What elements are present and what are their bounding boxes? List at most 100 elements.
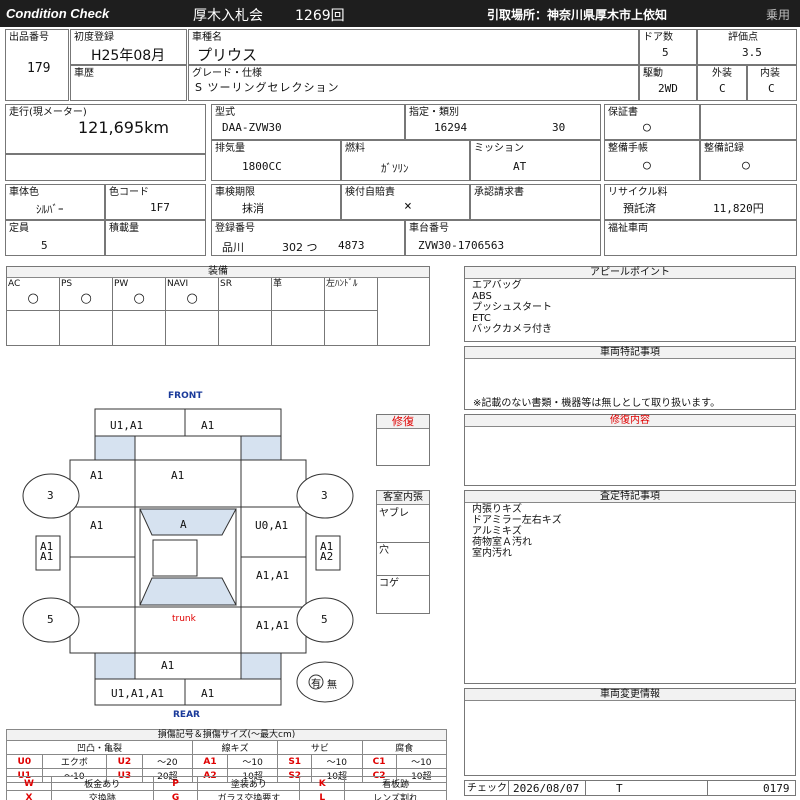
transmission-cell: ミッション AT — [470, 140, 601, 181]
brand-title: Condition Check — [6, 6, 110, 21]
equipment-item-3: NAVI ○ — [166, 278, 219, 311]
repair-side-label: 修復 — [377, 415, 429, 429]
legend-title: 損傷記号＆損傷サイズ(～最大cm) — [6, 729, 447, 740]
lot-number-label: 出品番号 — [9, 32, 49, 43]
assessment-item: 内張りキズ — [472, 504, 522, 515]
score-value: 3.5 — [742, 46, 762, 59]
plate-region: 品川 — [222, 241, 244, 254]
equipment-item-5: 革 — [272, 278, 325, 311]
legend-desc: ～10 — [395, 754, 448, 769]
legend-mark-desc: 板金あり — [50, 776, 154, 791]
spec-label: 指定・類別 — [409, 107, 459, 118]
capacity-cell: 定員 5 — [5, 220, 105, 256]
fuel-value: ｶﾞｿﾘﾝ — [381, 162, 409, 175]
exterior-label: 外装 — [712, 68, 732, 79]
special-notes-panel: 車両特記事項 ※記載のない書類・機器等は無しとして取り扱います。 — [464, 346, 796, 410]
repair-side-box: 修復 — [376, 414, 430, 466]
first-registration-label: 初度登録 — [74, 32, 114, 43]
left-fender-damage: A1 — [90, 469, 104, 482]
legend-mark-desc: ガラス交換要す — [197, 790, 301, 800]
history-cell: 車歴 — [70, 65, 187, 101]
tire-fr-value: 3 — [321, 489, 328, 502]
right-front-door-damage: U0,A1 — [255, 519, 289, 532]
damage-legend: 損傷記号＆損傷サイズ(～最大cm) 凹凸・亀裂 線キズ サビ 腐食 U0 エクボ U… — [5, 729, 448, 800]
fuel-label: 燃料 — [345, 143, 365, 154]
tire-fl-value: 3 — [47, 489, 54, 502]
rear-right-lamp — [240, 652, 282, 680]
interior-tear-label: ヤブレ — [379, 508, 409, 519]
load-capacity-cell: 積載量 — [105, 220, 206, 256]
exterior-value: C — [719, 82, 726, 95]
recycle-status: 預託済 — [623, 202, 656, 215]
service-record-label: 整備記録 — [704, 143, 744, 154]
model-name-label: 車種名 — [192, 32, 222, 43]
score-label: 評価点 — [728, 32, 758, 43]
right-rear-door-damage: A1,A1 — [256, 569, 290, 582]
grade-value: S ツーリングセレクション — [195, 81, 340, 94]
capacity-value: 5 — [41, 239, 48, 252]
legend-mark-code: L — [299, 790, 346, 800]
equipment-title: 装備 — [7, 267, 429, 278]
first-registration-cell: 初度登録 H25年08月 — [70, 29, 187, 65]
legend-marks-table: W 板金あり P 塗装あり K 看板跡 X 交換跡 G ガラス交換要す L レンズ割れ — [6, 776, 447, 800]
left-mirror-damage-2: A1 — [40, 550, 54, 563]
equipment-item-1: PS ○ — [60, 278, 113, 311]
assessment-item: 荷物室Ａ汚れ — [472, 537, 532, 548]
equipment-item-label: PS — [61, 279, 73, 289]
mileage-label: 走行(現メーター) — [9, 107, 87, 118]
history-label: 車歴 — [74, 68, 94, 79]
appeal-panel: アピールポイント エアバッグ ABS プッシュスタート ETC バックカメラ付き — [464, 266, 796, 342]
legend-mark-desc: 看板跡 — [344, 776, 447, 791]
special-notes-disclaimer: ※記載のない書類・機器等は無しとして取り扱います。 — [473, 398, 721, 409]
displacement-value: 1800CC — [242, 160, 282, 173]
displacement-label: 排気量 — [215, 143, 245, 154]
legend-mark-code: P — [152, 776, 199, 791]
check-mark: T — [616, 782, 623, 795]
assessment-item: アルミキズ — [472, 526, 522, 537]
hood-outline — [69, 459, 307, 508]
color-code-value: 1F7 — [150, 201, 170, 214]
legend-code: U2 — [106, 754, 143, 769]
recycle-label: リサイクル料 — [608, 187, 668, 198]
appeal-item: プッシュスタート — [472, 302, 552, 313]
equipment-item-value: ○ — [27, 291, 39, 306]
equipment-item-label: PW — [114, 279, 129, 289]
legend-code: U0 — [6, 754, 43, 769]
transmission-label: ミッション — [474, 143, 524, 154]
equipment-item-label: 革 — [273, 279, 283, 289]
equipment-empty-cell — [219, 311, 272, 345]
recycle-cell: リサイクル料 預託済 11,820円 — [604, 184, 797, 220]
appeal-title: アピールポイント — [465, 267, 795, 279]
insurance-label: 検付自賠責 — [345, 187, 395, 198]
model-name-value: プリウス — [197, 46, 258, 64]
service-book-cell: 整備手帳 ○ — [604, 140, 700, 181]
hood-damage: A1 — [171, 469, 185, 482]
spare-tire — [296, 661, 354, 703]
repair-content-panel: 修復内容 — [464, 414, 796, 486]
inspection-cell: 車検期限 抹消 — [211, 184, 341, 220]
equipment-item-label: 左ﾊﾝﾄﾞﾙ — [326, 279, 358, 289]
inspection-label: 車検期限 — [215, 187, 255, 198]
check-footer: チェック 2026/08/07 T 0179 — [464, 780, 796, 796]
transmission-value: AT — [513, 160, 527, 173]
interior-grade-cell: 内装 C — [747, 65, 797, 101]
legend-mark-desc: 交換跡 — [50, 790, 154, 800]
welfare-label: 福祉車両 — [608, 223, 648, 234]
body-color-value: ｼﾙﾊﾞｰ — [36, 203, 64, 216]
equipment-item-value: ○ — [80, 291, 92, 306]
insurance-cell: 検付自賠責 × — [341, 184, 470, 220]
drive-cell: 駆動 2WD — [639, 65, 697, 101]
legend-desc: ～10 — [311, 754, 363, 769]
spec-value-2: 30 — [552, 121, 566, 134]
interior-lining-title: 客室内張 — [377, 491, 429, 505]
appeal-list: エアバッグ ABS プッシュスタート ETC バックカメラ付き — [472, 280, 552, 335]
check-date: 2026/08/07 — [513, 782, 580, 795]
equipment-panel: 装備 AC ○ PS ○ PW ○ NAVI ○ SR 革 左ﾊﾝﾄﾞﾙ — [6, 266, 430, 346]
warranty-cell: 保証書 ○ — [604, 104, 700, 140]
lot-number-cell: 出品番号 179 — [5, 29, 69, 101]
body-color-cell: 車体色 ｼﾙﾊﾞｰ — [5, 184, 105, 220]
legend-desc: ～20 — [141, 754, 194, 769]
warranty-value: ○ — [643, 120, 651, 135]
lot-number-value: 179 — [27, 61, 51, 76]
inspection-value: 抹消 — [242, 202, 264, 215]
